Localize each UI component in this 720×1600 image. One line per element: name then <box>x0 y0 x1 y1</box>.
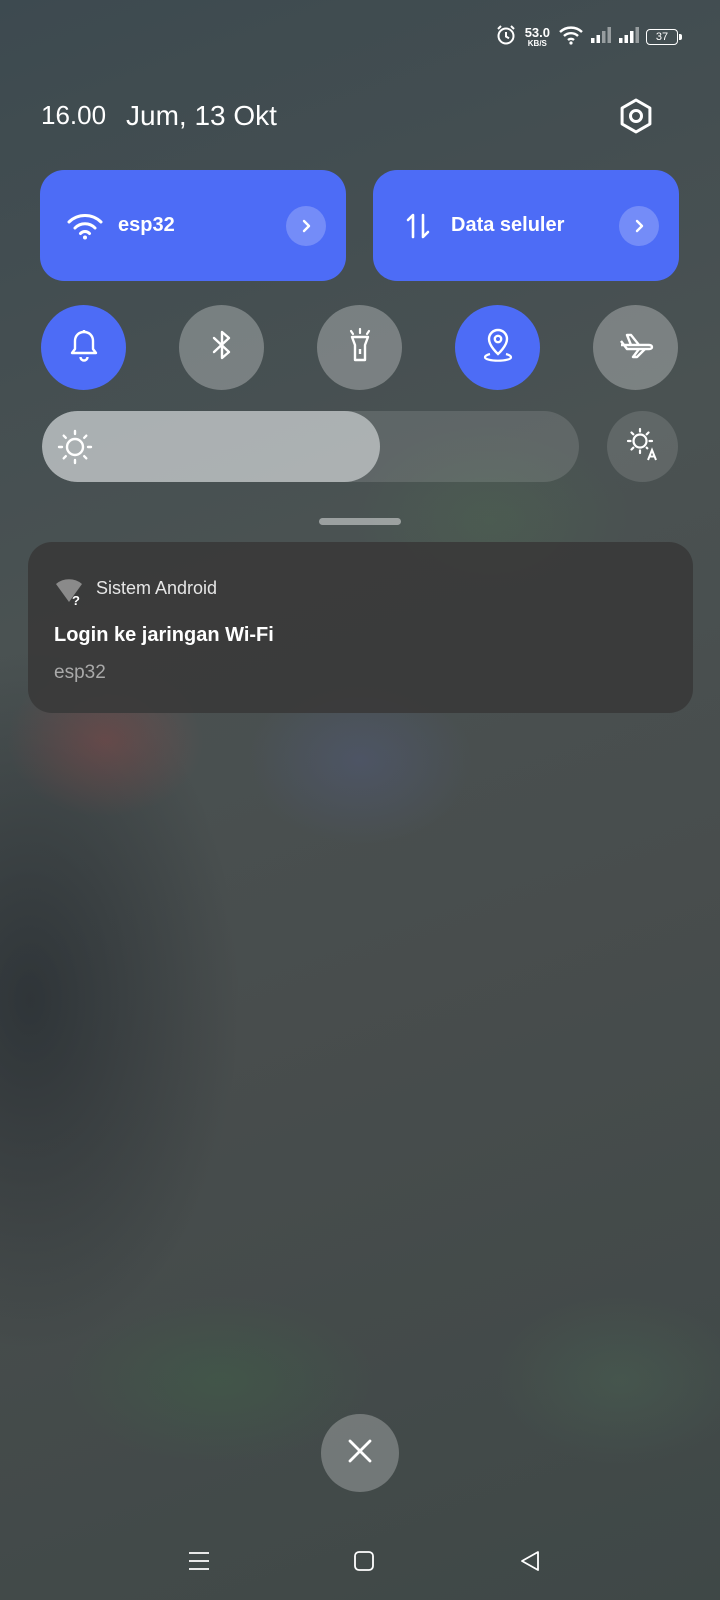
back-icon <box>518 1549 542 1578</box>
menu-button[interactable] <box>184 1548 214 1578</box>
brightness-slider[interactable] <box>42 411 579 482</box>
signal-sim2-icon <box>618 26 640 49</box>
bluetooth-icon <box>209 328 235 367</box>
location-toggle[interactable] <box>455 305 540 390</box>
airplane-mode-toggle[interactable] <box>593 305 678 390</box>
status-bar: 53.0 KB/S 37 <box>495 20 682 54</box>
home-button[interactable] <box>349 1548 379 1578</box>
mobile-data-tile-label: Data seluler <box>451 214 565 236</box>
close-button[interactable] <box>321 1414 399 1492</box>
clock: 16.00 <box>41 100 107 130</box>
flashlight-icon <box>345 327 375 368</box>
alarm-icon <box>495 24 517 51</box>
notification-app-name: Sistem Android <box>96 578 218 598</box>
auto-brightness-button[interactable] <box>607 411 678 482</box>
date: Jum, 13 Okt <box>126 100 277 131</box>
mobile-data-icon <box>397 205 439 247</box>
menu-icon <box>187 1549 211 1578</box>
wifi-tile[interactable]: esp32 <box>40 170 346 281</box>
chevron-right-icon[interactable] <box>619 206 659 246</box>
notification-card[interactable]: ? Sistem Android Login ke jaringan Wi-Fi… <box>28 542 693 713</box>
home-icon <box>352 1549 376 1578</box>
sun-icon <box>56 428 94 466</box>
auto-brightness-icon <box>626 427 660 466</box>
location-icon <box>482 327 514 368</box>
chevron-right-icon[interactable] <box>286 206 326 246</box>
notification-title: Login ke jaringan Wi-Fi <box>54 624 274 646</box>
bluetooth-toggle[interactable] <box>179 305 264 390</box>
wifi-icon <box>64 205 106 247</box>
sound-toggle[interactable] <box>41 305 126 390</box>
signal-sim1-icon <box>590 26 612 49</box>
gear-icon[interactable] <box>616 96 656 136</box>
drag-handle[interactable] <box>319 518 401 525</box>
speed-unit: KB/S <box>527 39 547 48</box>
notification-body: esp32 <box>54 662 106 683</box>
wifi-icon <box>558 25 584 50</box>
battery-icon: 37 <box>646 29 682 45</box>
wifi-tile-label: esp32 <box>118 214 175 236</box>
network-speed: 53.0 KB/S <box>525 26 550 48</box>
mobile-data-tile[interactable]: Data seluler <box>373 170 679 281</box>
airplane-icon <box>617 330 655 365</box>
svg-text:?: ? <box>72 593 80 606</box>
bell-icon <box>68 328 100 367</box>
flashlight-toggle[interactable] <box>317 305 402 390</box>
wifi-question-icon: ? <box>54 578 84 608</box>
back-button[interactable] <box>515 1548 545 1578</box>
speed-value: 53.0 <box>524 25 550 40</box>
close-icon <box>346 1437 374 1470</box>
